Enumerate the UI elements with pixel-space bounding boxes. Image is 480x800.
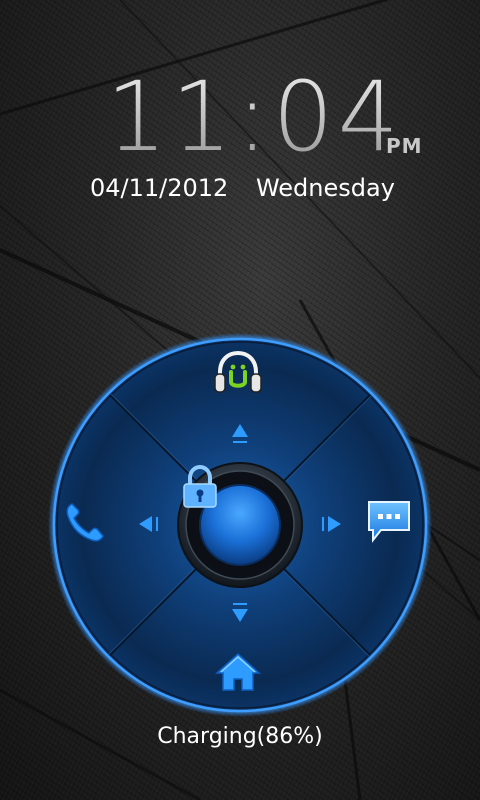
arrow-left-icon (137, 514, 161, 534)
arrow-up-icon (230, 422, 250, 446)
phone-icon (66, 503, 104, 542)
lockscreen: 11:04 PM 04/11/2012 Wednesday Charging(8… (0, 0, 480, 800)
charging-status: Charging(86%) (157, 724, 323, 749)
clock: 11:04 PM (100, 61, 422, 173)
home-icon (215, 652, 261, 691)
day-text: Wednesday (255, 174, 395, 202)
date-text: 04/11/2012 (90, 174, 229, 202)
unlock-handle[interactable] (180, 465, 300, 585)
arrow-right-icon (319, 514, 343, 534)
phone-shortcut-button[interactable] (63, 500, 111, 550)
music-shortcut-button[interactable] (213, 350, 267, 400)
clock-time: 11:04 (106, 61, 403, 173)
unlock-dial[interactable] (45, 330, 435, 720)
home-shortcut-button[interactable] (215, 652, 265, 698)
message-icon (368, 501, 410, 543)
arrow-down-icon (230, 600, 250, 624)
clock-ampm: PM (386, 134, 423, 158)
date-row: 04/11/2012 Wednesday (90, 174, 410, 208)
messaging-shortcut-button[interactable] (365, 498, 417, 550)
lock-icon (183, 465, 217, 508)
headphones-icon (214, 350, 262, 393)
